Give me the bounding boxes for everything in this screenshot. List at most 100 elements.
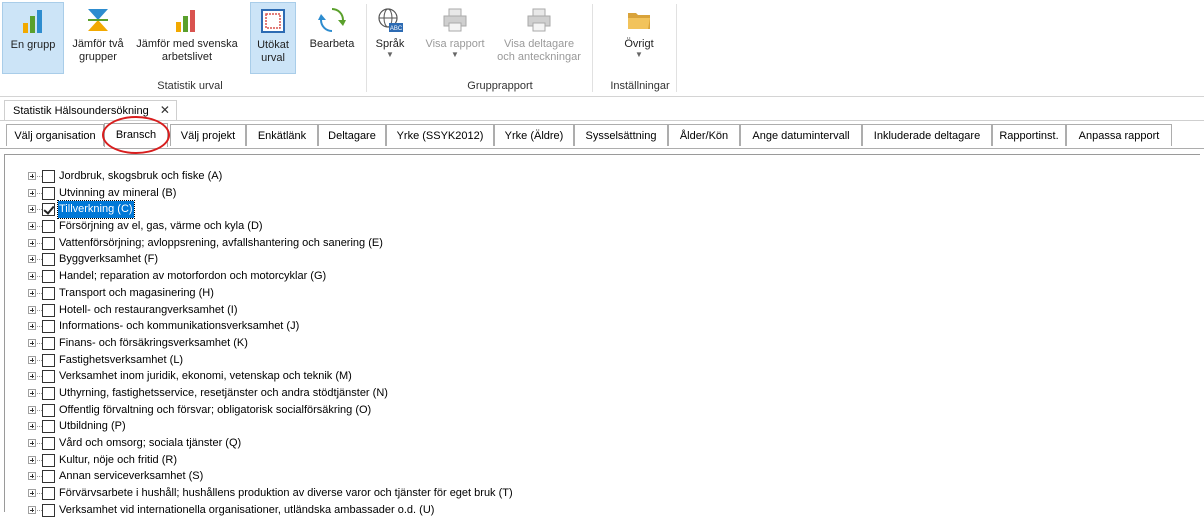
expand-icon[interactable] bbox=[28, 288, 36, 297]
ovrigt-button[interactable]: Övrigt ▼ bbox=[608, 2, 670, 74]
tab-deltagare[interactable]: Deltagare bbox=[318, 124, 386, 146]
tab-alder-kon[interactable]: Ålder/Kön bbox=[668, 124, 740, 146]
expand-icon[interactable] bbox=[28, 405, 36, 414]
tree-item-label[interactable]: Försörjning av el, gas, värme och kyla (… bbox=[58, 218, 264, 235]
tree-item-checkbox[interactable] bbox=[42, 186, 55, 200]
tree-item-label[interactable]: Uthyrning, fastighetsservice, resetjänst… bbox=[58, 385, 389, 402]
tree-item-label[interactable]: Förvärvsarbete i hushåll; hushållens pro… bbox=[58, 485, 514, 502]
visa-deltagare-button[interactable]: Visa deltagare och anteckningar bbox=[494, 2, 584, 74]
tree-item-checkbox[interactable] bbox=[42, 236, 55, 250]
tree-item-checkbox[interactable] bbox=[42, 503, 55, 517]
jamfor-tva-grupper-button[interactable]: Jämför två grupper bbox=[66, 2, 130, 74]
tree-item-label[interactable]: Handel; reparation av motorfordon och mo… bbox=[58, 268, 327, 285]
expand-icon[interactable] bbox=[28, 455, 36, 464]
tab-valj-organisation[interactable]: Välj organisation bbox=[6, 124, 104, 146]
tree-item-checkbox[interactable] bbox=[42, 403, 55, 417]
tree-item-checkbox[interactable] bbox=[42, 170, 55, 183]
tab-bransch[interactable]: Bransch bbox=[104, 123, 168, 147]
tree-item-label[interactable]: Tillverkning (C) bbox=[57, 200, 135, 220]
expand-icon[interactable] bbox=[28, 322, 36, 331]
tab-sysselsattning[interactable]: Sysselsättning bbox=[574, 124, 668, 146]
tab-rapportinst[interactable]: Rapportinst. bbox=[992, 124, 1066, 146]
tree-item-checkbox[interactable] bbox=[42, 220, 55, 234]
dropdown-arrow-icon: ▼ bbox=[451, 50, 459, 59]
compare-groups-icon bbox=[88, 9, 108, 31]
tree-item-checkbox[interactable] bbox=[42, 253, 55, 267]
tree-item-checkbox[interactable] bbox=[42, 437, 55, 450]
bearbeta-button[interactable]: Bearbeta bbox=[304, 2, 360, 74]
document-tab-title: Statistik Hälsoundersökning bbox=[13, 105, 149, 117]
tree-item-label[interactable]: Verksamhet inom juridik, ekonomi, vetens… bbox=[58, 368, 353, 385]
expand-icon[interactable] bbox=[28, 388, 36, 397]
expand-icon[interactable] bbox=[28, 172, 36, 180]
tree-item-label[interactable]: Annan serviceverksamhet (S) bbox=[58, 468, 204, 485]
globe-language-icon: ABC bbox=[378, 8, 403, 32]
expand-icon[interactable] bbox=[28, 489, 36, 498]
tree-item-checkbox[interactable] bbox=[42, 470, 55, 484]
tree-item-checkbox[interactable] bbox=[42, 270, 55, 284]
expand-icon[interactable] bbox=[28, 372, 36, 381]
tree-item-checkbox[interactable] bbox=[42, 453, 55, 467]
group-label-installningar: Inställningar bbox=[610, 80, 670, 92]
tree-item-label[interactable]: Kultur, nöje och fritid (R) bbox=[58, 452, 178, 469]
folder-icon bbox=[628, 13, 650, 29]
expand-icon[interactable] bbox=[28, 472, 36, 481]
tree-item-label[interactable]: Informations- och kommunikationsverksamh… bbox=[58, 318, 300, 335]
tree-item-checkbox[interactable] bbox=[42, 487, 55, 501]
tree-item-checkbox[interactable] bbox=[42, 353, 55, 367]
tree-item-label[interactable]: Offentlig förvaltning och försvar; oblig… bbox=[58, 402, 372, 419]
tree-item-checkbox[interactable] bbox=[42, 303, 55, 317]
expand-icon[interactable] bbox=[28, 439, 36, 447]
tree-item-label[interactable]: Finans- och försäkringsverksamhet (K) bbox=[58, 335, 249, 352]
tree-item-label[interactable]: Jordbruk, skogsbruk och fiske (A) bbox=[58, 168, 223, 185]
expand-icon[interactable] bbox=[28, 238, 36, 247]
tree-item-checkbox[interactable] bbox=[42, 370, 55, 384]
tree-item-checkbox[interactable] bbox=[42, 386, 55, 400]
tree-item-label[interactable]: Utbildning (P) bbox=[58, 418, 127, 435]
tree-item-label[interactable]: Fastighetsverksamhet (L) bbox=[58, 352, 184, 369]
tab-anpassa-rapport[interactable]: Anpassa rapport bbox=[1066, 124, 1172, 146]
tree-item-checkbox[interactable] bbox=[42, 203, 55, 217]
tab-yrke-ssyk2012[interactable]: Yrke (SSYK2012) bbox=[386, 124, 494, 146]
tab-valj-projekt[interactable]: Välj projekt bbox=[170, 124, 246, 146]
document-tab-bar: Statistik Hälsoundersökning ✕ bbox=[0, 98, 1204, 121]
jamfor-svenska-arbetslivet-button[interactable]: Jämför med svenska arbetslivet bbox=[132, 2, 242, 74]
tree-item-label[interactable]: Verksamhet vid internationella organisat… bbox=[58, 502, 435, 518]
tree-item-label[interactable]: Hotell- och restaurangverksamhet (I) bbox=[58, 302, 239, 319]
sprak-button[interactable]: ABC Språk ▼ bbox=[370, 2, 410, 74]
tree-item-label[interactable]: Vård och omsorg; sociala tjänster (Q) bbox=[58, 435, 242, 452]
en-grupp-button[interactable]: En grupp bbox=[2, 2, 64, 74]
tree-item-checkbox[interactable] bbox=[42, 420, 55, 434]
expand-icon[interactable] bbox=[28, 338, 36, 347]
bar-chart-icon bbox=[23, 10, 42, 33]
document-tab[interactable]: Statistik Hälsoundersökning ✕ bbox=[4, 100, 177, 120]
printer-icon bbox=[527, 8, 551, 32]
expand-icon[interactable] bbox=[28, 505, 36, 514]
tab-ange-datumintervall[interactable]: Ange datumintervall bbox=[740, 124, 862, 146]
tree-item-label[interactable]: Byggverksamhet (F) bbox=[58, 251, 159, 268]
tree-item-checkbox[interactable] bbox=[42, 320, 55, 334]
expand-icon[interactable] bbox=[28, 422, 36, 431]
group-separator bbox=[676, 4, 677, 92]
utokat-urval-button[interactable]: Utökat urval bbox=[250, 2, 296, 74]
tree-item-label[interactable]: Transport och magasinering (H) bbox=[58, 285, 215, 302]
tree-item-label[interactable]: Utvinning av mineral (B) bbox=[58, 185, 177, 202]
expand-icon[interactable] bbox=[28, 355, 36, 364]
tree-item-checkbox[interactable] bbox=[42, 336, 55, 350]
tree-item-label[interactable]: Vattenförsörjning; avloppsrening, avfall… bbox=[58, 235, 384, 252]
expand-icon[interactable] bbox=[28, 305, 36, 314]
visa-rapport-button[interactable]: Visa rapport ▼ bbox=[418, 2, 492, 74]
expand-icon[interactable] bbox=[28, 188, 36, 197]
extended-selection-icon bbox=[261, 9, 285, 33]
expand-icon[interactable] bbox=[28, 255, 36, 264]
expand-icon[interactable] bbox=[28, 222, 36, 231]
close-icon[interactable]: ✕ bbox=[160, 101, 170, 120]
tab-enkatlank[interactable]: Enkätlänk bbox=[246, 124, 318, 146]
tab-yrke-aldre[interactable]: Yrke (Äldre) bbox=[494, 124, 574, 146]
tab-inkluderade-deltagare[interactable]: Inkluderade deltagare bbox=[862, 124, 992, 146]
expand-icon[interactable] bbox=[28, 205, 36, 214]
bar-chart-compare-icon bbox=[176, 10, 195, 32]
abc-badge: ABC bbox=[390, 26, 403, 32]
tree-item-checkbox[interactable] bbox=[42, 286, 55, 300]
expand-icon[interactable] bbox=[28, 272, 36, 281]
